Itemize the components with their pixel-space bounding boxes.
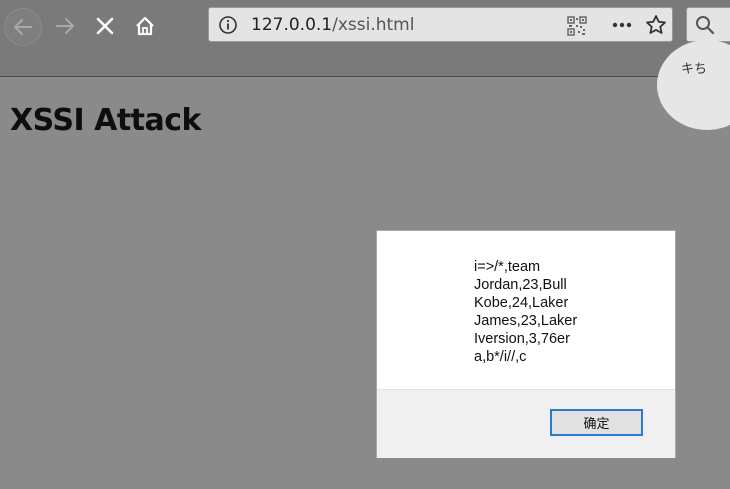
info-icon[interactable] [218,15,238,39]
address-bar[interactable]: 127.0.0.1/xssi.html [208,7,673,42]
more-dots-icon[interactable] [611,14,633,40]
message-line: James,23,Laker [474,313,578,329]
url-path: /xssi.html [332,15,415,35]
floating-sticker: キち [657,40,730,130]
stop-button[interactable] [87,8,123,44]
back-button[interactable] [4,8,42,46]
close-icon [96,17,114,35]
dialog-body: i=>/*,team Jordan,23,Bull Kobe,24,Laker … [377,231,675,389]
forward-arrow-icon [56,18,74,34]
message-line: Iversion,3,76er [474,331,570,347]
browser-toolbar: 127.0.0.1/xssi.html キち [0,0,730,130]
message-line: i=>/*,team [474,259,541,275]
home-button[interactable] [127,8,163,44]
url-text[interactable]: 127.0.0.1/xssi.html [251,15,414,35]
ok-button[interactable]: 确定 [550,409,643,436]
search-icon [695,15,715,39]
message-line: Jordan,23,Bull [474,277,567,293]
message-line: a,b*/i//,c [474,349,527,365]
dialog-footer: 确定 [377,389,675,458]
search-box[interactable] [686,7,730,42]
sticker-text: キち [681,62,708,77]
star-icon[interactable] [645,14,667,40]
qr-code-icon[interactable] [567,16,587,40]
home-icon [136,16,154,36]
alert-dialog: i=>/*,team Jordan,23,Bull Kobe,24,Laker … [376,230,676,458]
message-line: Kobe,24,Laker [474,295,569,311]
back-arrow-icon [14,19,32,35]
forward-button[interactable] [47,8,83,44]
dialog-message: i=>/*,team Jordan,23,Bull Kobe,24,Laker … [474,258,577,366]
page-title: XSSI Attack [10,103,201,138]
url-host: 127.0.0.1 [251,15,333,35]
